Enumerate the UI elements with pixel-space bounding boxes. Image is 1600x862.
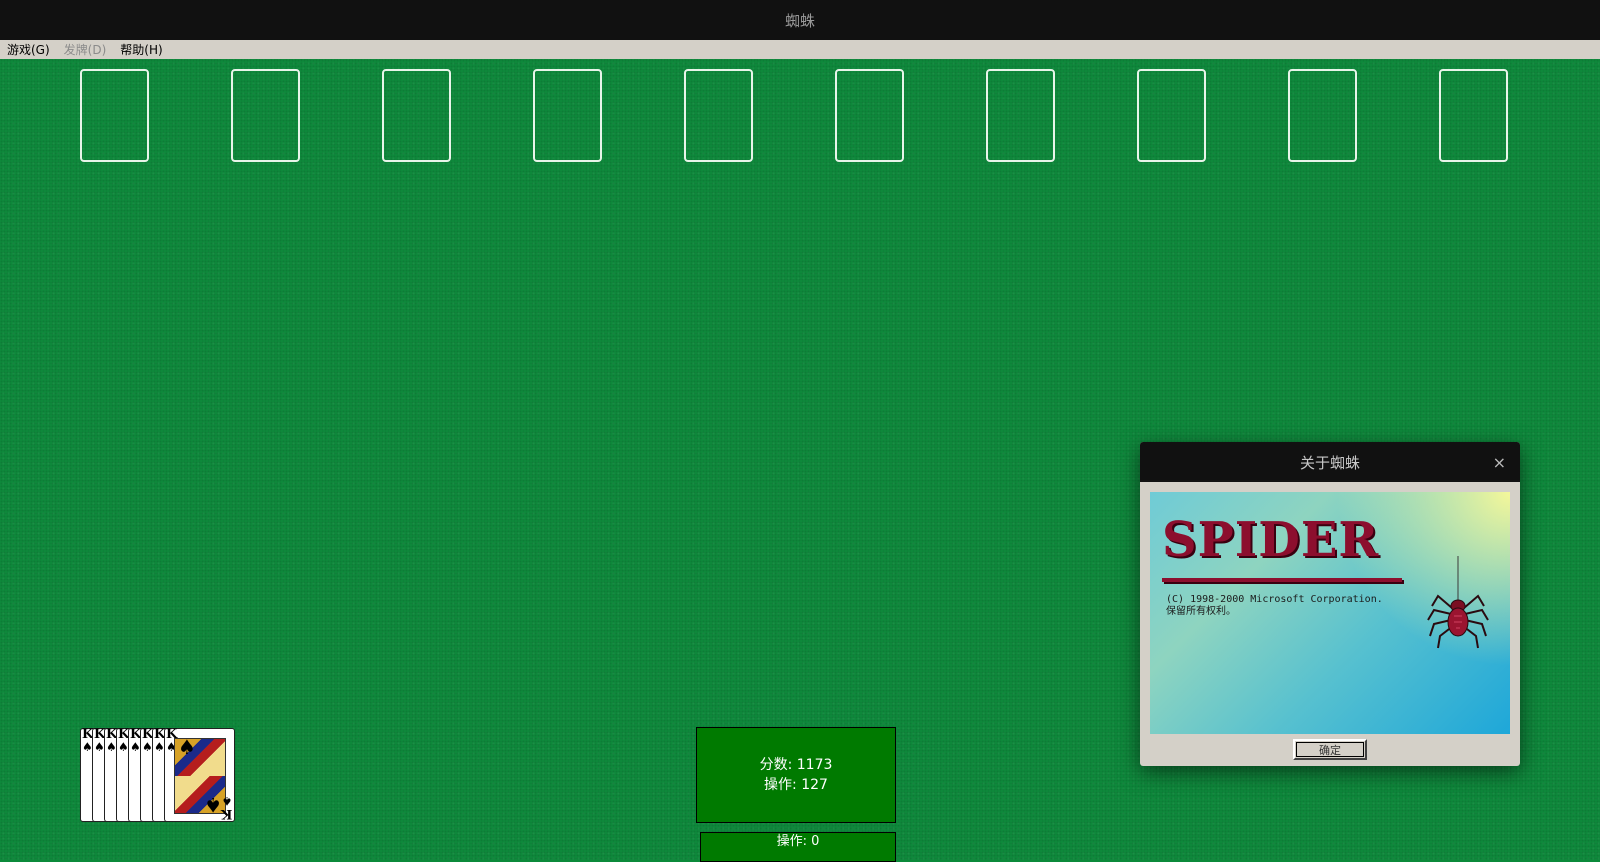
tableau-slot-4[interactable] <box>533 69 602 162</box>
menu-game[interactable]: 游戏(G) <box>0 41 57 58</box>
tableau-slot-7[interactable] <box>986 69 1055 162</box>
menu-help[interactable]: 帮助(H) <box>113 41 169 58</box>
menu-bar: 游戏(G) 发牌(D) 帮助(H) <box>0 40 1600 59</box>
window-title-bar: 蜘蛛 <box>0 0 1600 40</box>
logo-underline <box>1162 578 1402 582</box>
spider-icon <box>1427 556 1489 649</box>
copyright-text: (C) 1998-2000 Microsoft Corporation. 保留所… <box>1166 594 1383 618</box>
about-dialog: 关于蜘蛛 × SPIDER (C) 1998-2000 Microsoft Co… <box>1140 442 1520 766</box>
score-status-box: 分数: 1173 操作: 127 <box>696 727 896 823</box>
about-splash-image: SPIDER (C) 1998-2000 Microsoft Corporati… <box>1150 492 1510 734</box>
ok-button[interactable]: 确定 <box>1293 739 1367 760</box>
spade-icon: ♠ <box>178 738 196 759</box>
tableau-slot-5[interactable] <box>684 69 753 162</box>
tableau-slot-6[interactable] <box>835 69 904 162</box>
close-icon[interactable]: × <box>1493 453 1506 472</box>
moves-row: 操作: 127 <box>764 775 828 795</box>
tableau-slot-2[interactable] <box>231 69 300 162</box>
tableau-slot-3[interactable] <box>382 69 451 162</box>
moves-text-obscured: 操作: 0 <box>776 834 820 849</box>
copyright-line-1: (C) 1998-2000 Microsoft Corporation. <box>1166 594 1383 605</box>
spade-icon: ♠ <box>204 793 222 814</box>
menu-deal[interactable]: 发牌(D) <box>57 41 114 58</box>
status-box-background: 操作: 0 <box>700 832 896 862</box>
score-label: 分数: <box>759 757 793 773</box>
completed-stack: K ♠ K ♠ K ♠ K ♠ K ♠ K ♠ K ♠ K ♠ ♠ ♠ K ♠ <box>80 728 235 823</box>
window-title: 蜘蛛 <box>784 11 815 30</box>
tableau-slot-1[interactable] <box>80 69 149 162</box>
card-corner: K ♠ <box>220 794 232 821</box>
spider-logo: SPIDER <box>1162 512 1380 568</box>
dialog-title: 关于蜘蛛 <box>1299 453 1360 472</box>
king-face-image: ♠ ♠ <box>174 738 226 814</box>
king-of-spades-card: K ♠ ♠ ♠ K ♠ <box>164 728 235 822</box>
moves-label: 操作: <box>764 777 797 793</box>
card-rank: K <box>220 806 232 821</box>
tableau-slot-9[interactable] <box>1288 69 1357 162</box>
tableau-slot-10[interactable] <box>1439 69 1508 162</box>
dialog-title-bar[interactable]: 关于蜘蛛 × <box>1140 442 1520 482</box>
spade-icon: ♠ <box>221 794 232 808</box>
moves-value: 127 <box>801 777 828 793</box>
score-value: 1173 <box>796 757 833 773</box>
tableau-slot-8[interactable] <box>1137 69 1206 162</box>
copyright-line-2: 保留所有权利。 <box>1166 606 1236 617</box>
score-row: 分数: 1173 <box>760 755 833 775</box>
